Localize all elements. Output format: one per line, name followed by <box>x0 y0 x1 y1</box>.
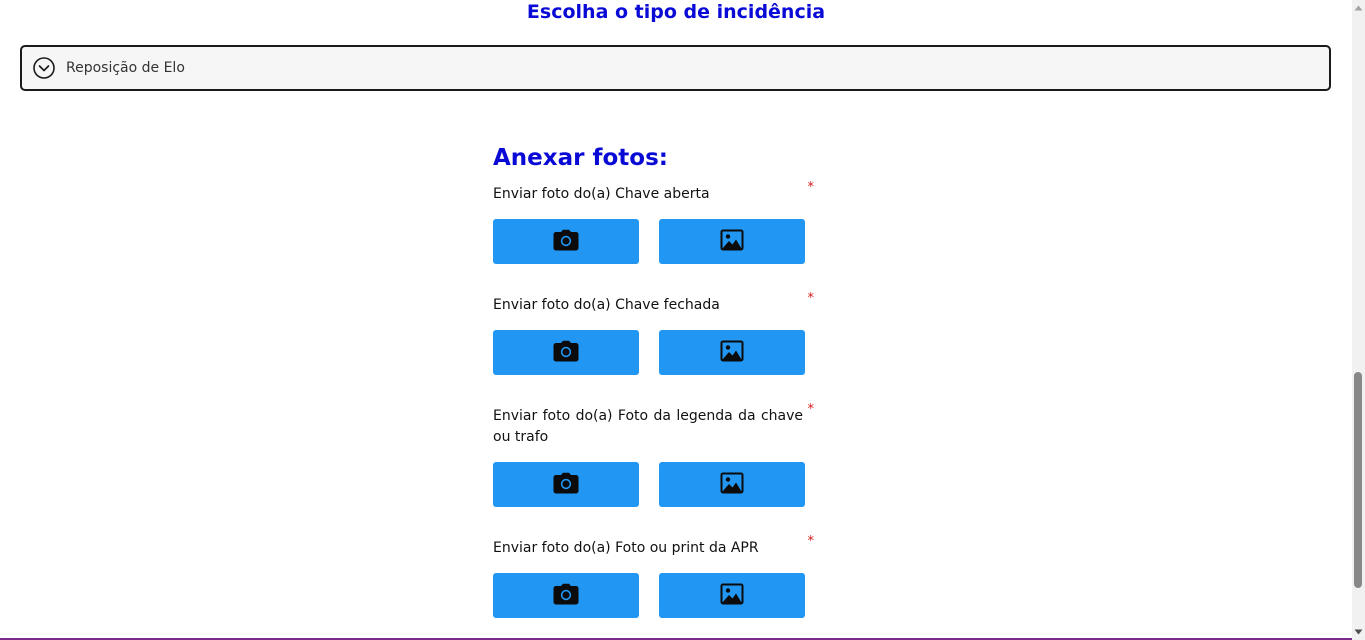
camera-icon <box>553 472 579 498</box>
required-mark: * <box>807 402 815 417</box>
scroll-down-arrow-icon[interactable] <box>1352 626 1365 638</box>
choose-image-button[interactable] <box>659 330 805 375</box>
photo-item-buttons <box>493 573 818 618</box>
required-mark: * <box>807 291 815 306</box>
photo-item-buttons <box>493 219 818 264</box>
camera-icon <box>553 229 579 255</box>
image-icon <box>720 340 744 366</box>
take-photo-button[interactable] <box>493 330 639 375</box>
choose-image-button[interactable] <box>659 573 805 618</box>
camera-icon <box>553 340 579 366</box>
photo-item: Enviar foto do(a) Chave aberta * <box>493 180 818 205</box>
photo-item-label: Enviar foto do(a) Foto ou print da APR <box>493 540 759 556</box>
photo-item-buttons <box>493 330 818 375</box>
attach-photos-title: Anexar fotos: <box>493 145 668 171</box>
photo-item: Enviar foto do(a) Foto da legenda da cha… <box>493 402 818 448</box>
scrollbar-thumb[interactable] <box>1354 372 1362 588</box>
photo-item-label: Enviar foto do(a) Chave aberta <box>493 186 710 202</box>
image-icon <box>720 472 744 498</box>
incidence-type-title: Escolha o tipo de incidência <box>526 1 826 23</box>
scroll-up-arrow-icon[interactable] <box>1352 2 1365 14</box>
camera-icon <box>553 583 579 609</box>
take-photo-button[interactable] <box>493 219 639 264</box>
take-photo-button[interactable] <box>493 573 639 618</box>
required-mark: * <box>807 180 815 195</box>
attach-photos-section: Anexar fotos: Enviar foto do(a) Chave ab… <box>493 144 818 618</box>
incidence-type-dropdown[interactable]: Reposição de Elo <box>20 45 1331 91</box>
photo-item: Enviar foto do(a) Chave fechada * <box>493 291 818 316</box>
photo-item-label: Enviar foto do(a) Foto da legenda da cha… <box>493 408 803 445</box>
incidence-type-selected: Reposição de Elo <box>66 60 185 76</box>
required-mark: * <box>807 534 815 549</box>
choose-image-button[interactable] <box>659 219 805 264</box>
chevron-down-circle-icon <box>32 56 56 80</box>
photo-item: Enviar foto do(a) Foto ou print da APR * <box>493 534 818 559</box>
image-icon <box>720 583 744 609</box>
page: Escolha o tipo de incidência Reposição d… <box>0 0 1365 640</box>
choose-image-button[interactable] <box>659 462 805 507</box>
image-icon <box>720 229 744 255</box>
photo-item-buttons <box>493 462 818 507</box>
photo-item-label: Enviar foto do(a) Chave fechada <box>493 297 720 313</box>
vertical-scrollbar[interactable] <box>1352 0 1365 640</box>
take-photo-button[interactable] <box>493 462 639 507</box>
